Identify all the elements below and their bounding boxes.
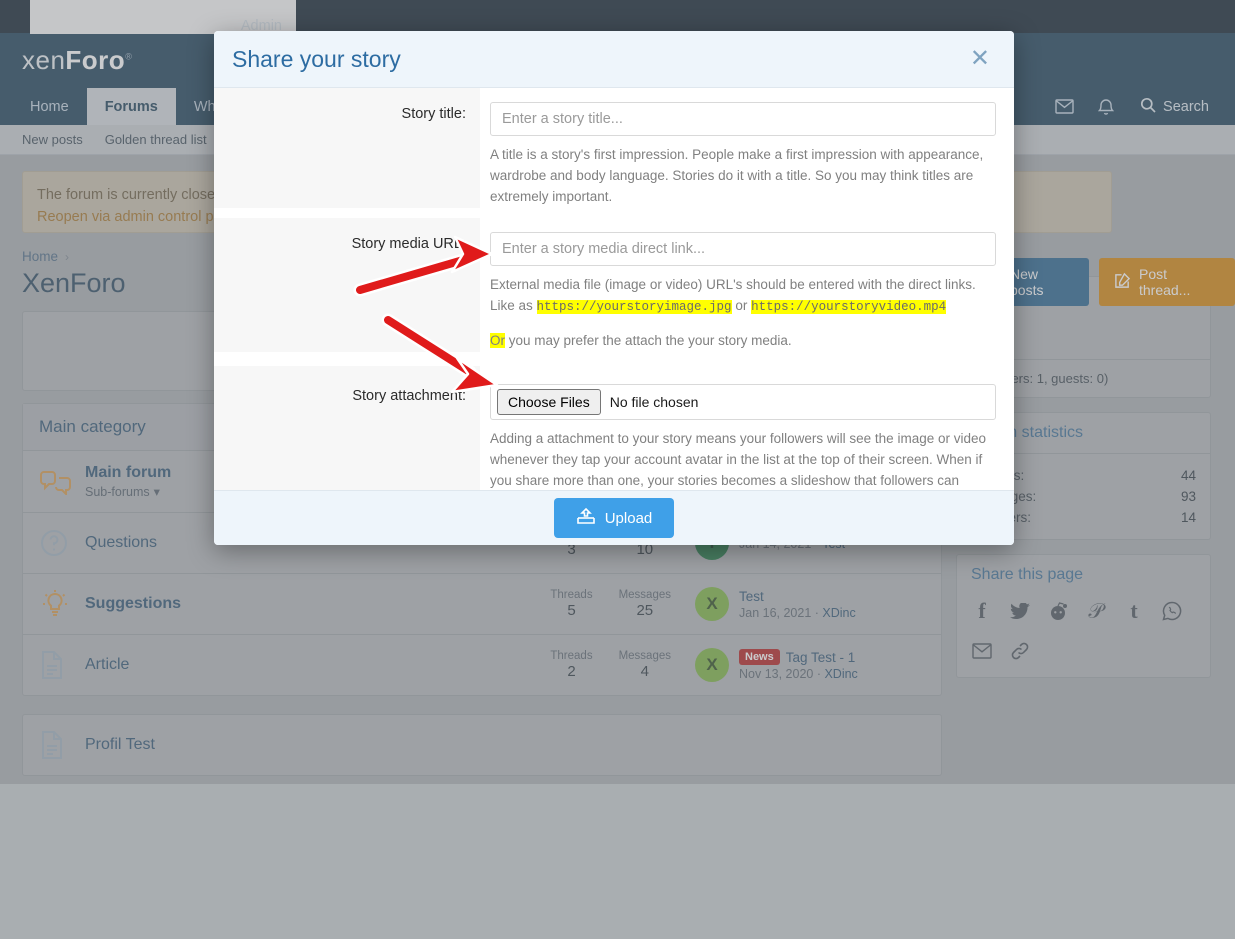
story-attachment-help: Adding a attachment to your story means … (490, 429, 996, 490)
no-file-chosen-text: No file chosen (610, 394, 699, 410)
sample-image-url: https://yourstoryimage.jpg (537, 300, 732, 314)
close-icon[interactable]: ✕ (964, 43, 996, 75)
story-title-input[interactable]: Enter a story title... (490, 102, 996, 136)
story-media-url-help: External media file (image or video) URL… (490, 275, 996, 317)
modal-footer: Upload (214, 490, 1014, 545)
story-title-help: A title is a story's first impression. P… (490, 145, 996, 208)
field-story-title: Story title: Enter a story title... A ti… (214, 88, 1014, 208)
sample-video-url: https://yourstoryvideo.mp4 (751, 300, 946, 314)
help-or: or (732, 298, 752, 313)
modal-body: Story title: Enter a story title... A ti… (214, 88, 1014, 490)
choose-files-button[interactable]: Choose Files (497, 389, 601, 415)
story-attachment-field: Choose Files No file chosen Adding a att… (480, 366, 1014, 490)
file-input-row[interactable]: Choose Files No file chosen (490, 384, 996, 420)
alt-text: you may prefer the attach the your story… (505, 333, 792, 348)
story-attachment-label: Story attachment: (214, 366, 480, 490)
field-story-attachment: Story attachment: Choose Files No file c… (214, 366, 1014, 490)
modal-title: Share your story (232, 46, 401, 73)
story-media-url-field: Enter a story media direct link... Exter… (480, 218, 1014, 352)
modal-header: Share your story ✕ (214, 31, 1014, 88)
upload-icon (576, 507, 596, 529)
field-story-media-url: Story media URL: Enter a story media dir… (214, 218, 1014, 352)
share-story-modal: Share your story ✕ Story title: Enter a … (214, 31, 1014, 545)
alt-or-highlight: Or (490, 333, 505, 348)
story-media-alt-help: Or you may prefer the attach the your st… (490, 331, 996, 352)
story-title-field: Enter a story title... A title is a stor… (480, 88, 1014, 208)
story-media-url-label: Story media URL: (214, 218, 480, 352)
upload-label: Upload (605, 510, 653, 527)
story-media-url-input[interactable]: Enter a story media direct link... (490, 232, 996, 266)
upload-button[interactable]: Upload (554, 498, 675, 538)
story-title-label: Story title: (214, 88, 480, 208)
